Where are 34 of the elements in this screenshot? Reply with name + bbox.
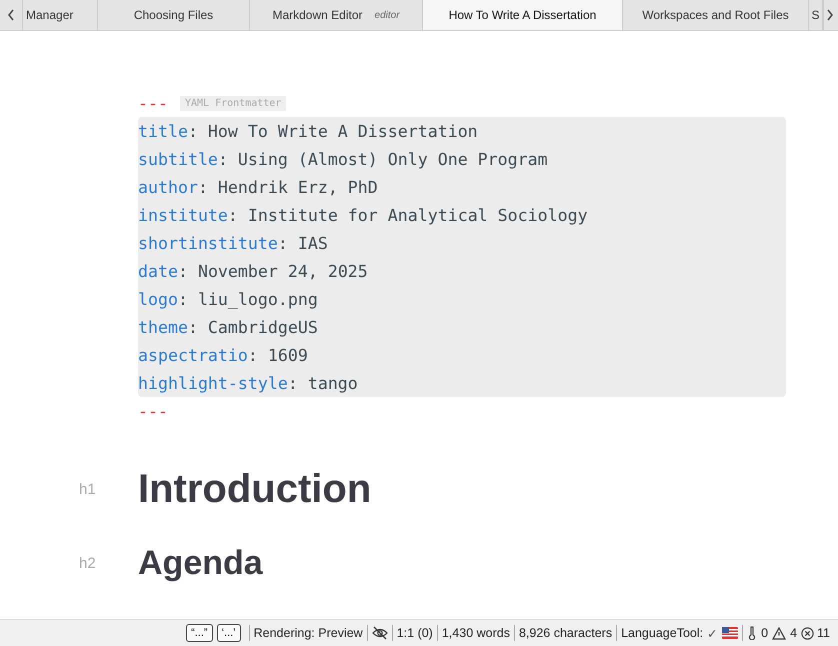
frontmatter-badge: YAML Frontmatter [180,96,286,110]
cursor-position: 1:1 (0) [396,626,433,640]
tab-note: editor [374,10,400,20]
warning-count: 4 [790,626,798,640]
yaml-line: institute: Institute for Analytical Sociology [138,204,589,227]
tab[interactable]: Manager [23,0,98,30]
tab[interactable]: Choosing Files [98,0,250,30]
error-count: 11 [817,626,830,640]
tab[interactable]: Workspaces and Root Files [623,0,809,30]
yaml-line: aspectratio: 1609 [138,344,309,366]
heading-level-label: h1 [79,480,96,498]
frontmatter-delimiter: --- [138,94,168,112]
quote-button[interactable]: “...” [186,624,213,642]
frontmatter-delimiter: --- [138,402,168,420]
heading-level-label: h2 [79,554,96,572]
yaml-line: logo: liu_logo.png [138,288,319,311]
yaml-line: author: Hendrik Erz, PhD [138,176,379,198]
rendering-mode[interactable]: Rendering: Preview [254,626,363,640]
character-count: 8,926 characters [518,626,612,640]
language-tool-label: LanguageTool: [621,626,704,640]
word-count: 1,430 words [442,626,510,640]
tab[interactable]: How To Write A Dissertation [423,0,623,30]
check-mark: ✓ [707,626,718,640]
yaml-line: subtitle: Using (Almost) Only One Program [138,148,549,171]
quote-button[interactable]: ‘...’ [216,624,241,642]
yaml-line: theme: CambridgeUS [138,316,319,339]
yaml-line: date: November 24, 2025 [138,260,369,282]
yaml-line: title: How To Write A Dissertation [138,120,479,142]
tab[interactable]: S [809,0,823,30]
yaml-line: shortinstitute: IAS [138,232,329,254]
yaml-line: highlight-style: tango [138,372,359,395]
heading: Introduction [138,466,372,512]
heading: Agenda [138,544,263,582]
info-count: 0 [761,626,768,640]
